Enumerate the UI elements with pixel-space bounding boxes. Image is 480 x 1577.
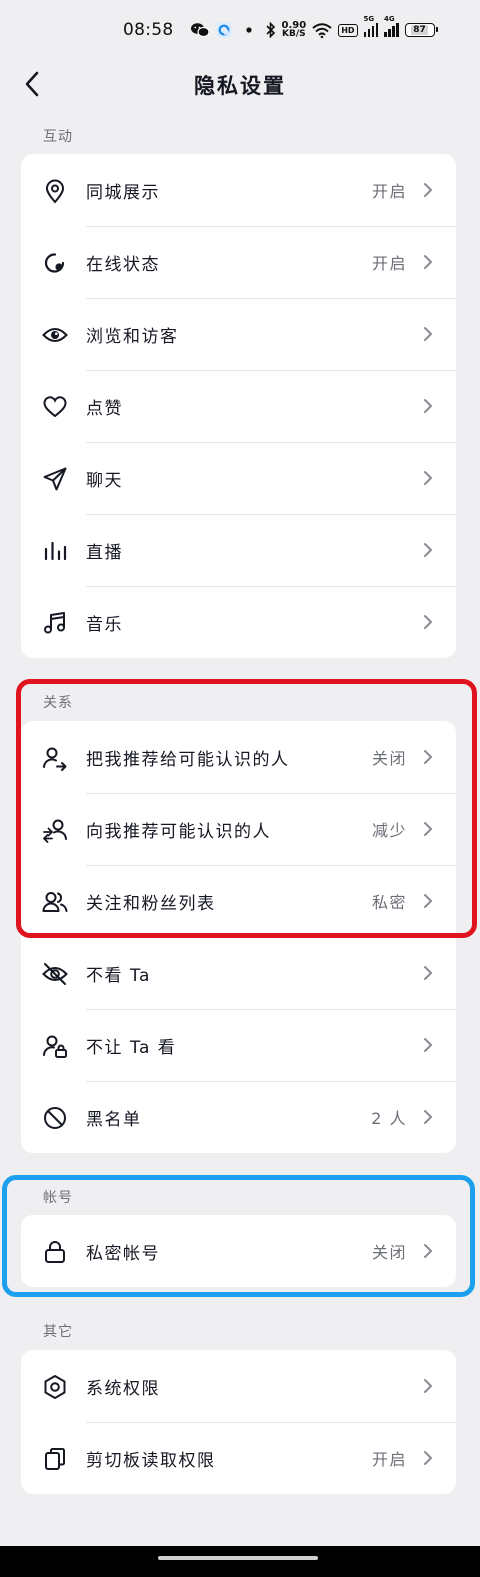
- row-clipboard-permission[interactable]: 剪切板读取权限 开启: [21, 1422, 456, 1494]
- row-label: 不让 Ta 看: [86, 1037, 177, 1058]
- chevron-right-icon: [424, 183, 432, 197]
- chevron-right-icon: [424, 471, 432, 485]
- nav-bar: 隐私设置: [0, 60, 480, 108]
- block-icon: [42, 1105, 68, 1131]
- row-blacklist[interactable]: 黑名单 2 人: [21, 1081, 456, 1153]
- wechat-icon: [190, 22, 210, 38]
- gesture-bar: [0, 1546, 480, 1577]
- eye-icon: [42, 322, 68, 348]
- row-label: 同城展示: [86, 182, 160, 203]
- chevron-right-icon: [424, 615, 432, 629]
- highlight-box-blue: [2, 1175, 475, 1297]
- eye-off-icon: [42, 961, 68, 987]
- row-chat[interactable]: 聊天: [21, 442, 456, 514]
- row-label: 剪切板读取权限: [86, 1450, 216, 1471]
- row-label: 系统权限: [86, 1378, 160, 1399]
- home-indicator[interactable]: [158, 1556, 318, 1560]
- chevron-right-icon: [424, 1038, 432, 1052]
- row-hide-their-content[interactable]: 不看 Ta: [21, 937, 456, 1009]
- chevron-right-icon: [424, 1451, 432, 1465]
- hd-badge: HD: [338, 23, 358, 37]
- bars-icon: [42, 538, 68, 564]
- row-label: 点赞: [86, 398, 123, 419]
- card-other: 系统权限 剪切板读取权限 开启: [21, 1350, 456, 1494]
- chevron-right-icon: [424, 1379, 432, 1393]
- net-speed: 0.90 KB/S: [281, 20, 307, 39]
- bluetooth-icon: [265, 22, 276, 38]
- status-bar: 08:58 0.90 KB/S HD 5G 4G 87: [0, 0, 480, 60]
- row-label: 浏览和访客: [86, 326, 179, 347]
- row-live[interactable]: 直播: [21, 514, 456, 586]
- card-interaction: 同城展示 开启 在线状态 开启 浏览和访客 点赞 聊天 直播 音乐: [21, 154, 456, 658]
- row-value: 开启: [371, 254, 407, 273]
- section-label-interaction: 互动: [43, 129, 73, 145]
- row-label: 黑名单: [86, 1109, 142, 1130]
- paper-plane-icon: [42, 466, 68, 492]
- row-music[interactable]: 音乐: [21, 586, 456, 658]
- chevron-right-icon: [424, 399, 432, 413]
- status-time: 08:58: [123, 20, 174, 40]
- row-value: 开启: [371, 182, 407, 201]
- chevron-right-icon: [424, 255, 432, 269]
- signal-4g-icon: 4G: [384, 15, 399, 37]
- row-browse-visitors[interactable]: 浏览和访客: [21, 298, 456, 370]
- row-value: 开启: [371, 1450, 407, 1469]
- dot-icon: [245, 27, 252, 33]
- status-icons: 0.90 KB/S HD 5G 4G 87: [190, 15, 438, 39]
- row-hide-my-content[interactable]: 不让 Ta 看: [21, 1009, 456, 1081]
- page-title: 隐私设置: [194, 74, 286, 98]
- clipboard-icon: [42, 1446, 68, 1472]
- row-likes[interactable]: 点赞: [21, 370, 456, 442]
- row-label: 直播: [86, 542, 123, 563]
- app-icon: [216, 22, 232, 38]
- location-pin-icon: [42, 178, 68, 204]
- row-city-display[interactable]: 同城展示 开启: [21, 154, 456, 226]
- row-label: 在线状态: [86, 254, 160, 275]
- row-label: 音乐: [86, 614, 123, 635]
- hexagon-settings-icon: [42, 1374, 68, 1400]
- row-value: 2 人: [371, 1109, 407, 1128]
- music-note-icon: [42, 610, 68, 636]
- chevron-right-icon: [424, 966, 432, 980]
- wifi-icon: [312, 22, 332, 38]
- chevron-right-icon: [424, 327, 432, 341]
- online-status-icon: [42, 250, 68, 276]
- chevron-right-icon: [424, 543, 432, 557]
- row-label: 聊天: [86, 470, 123, 491]
- signal-5g-icon: 5G: [363, 15, 379, 37]
- heart-icon: [42, 394, 68, 420]
- battery-icon: 87: [404, 23, 438, 37]
- section-label-other: 其它: [43, 1324, 73, 1340]
- highlight-box-red: [16, 679, 477, 938]
- row-system-permissions[interactable]: 系统权限: [21, 1350, 456, 1422]
- row-online-status[interactable]: 在线状态 开启: [21, 226, 456, 298]
- row-label: 不看 Ta: [86, 965, 151, 986]
- chevron-right-icon: [424, 1110, 432, 1124]
- user-lock-icon: [42, 1033, 68, 1059]
